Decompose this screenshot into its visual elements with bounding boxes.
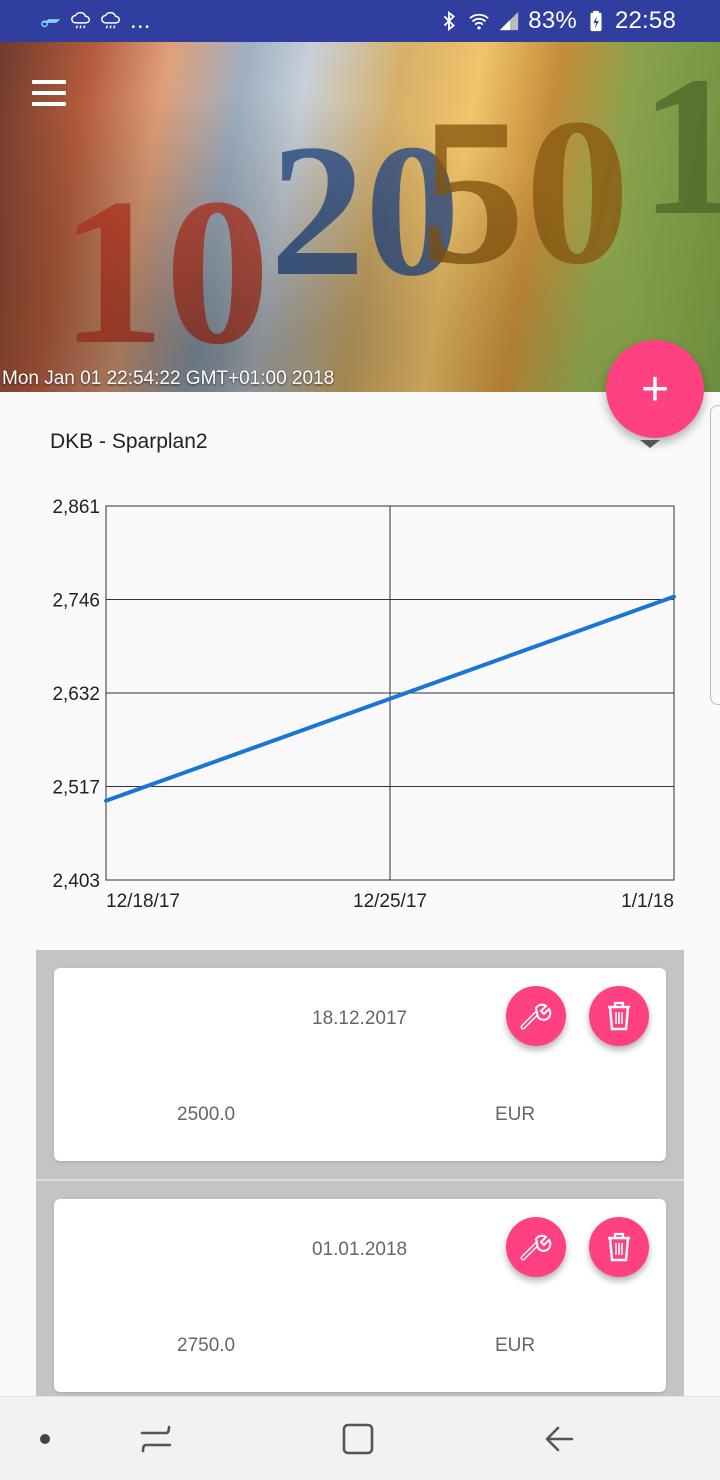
- y-tick-label: 2,861: [52, 497, 100, 518]
- y-tick-label: 2,403: [52, 871, 100, 892]
- nav-dot-icon: [40, 1434, 50, 1444]
- app-notification-icon: [41, 19, 61, 28]
- home-icon[interactable]: [338, 1419, 378, 1459]
- entry-amount: 2750.0: [177, 1335, 236, 1356]
- rain-cloud-icon: [101, 11, 120, 29]
- battery-percentage: 83%: [528, 7, 577, 34]
- account-spinner[interactable]: DKB - Sparplan2: [50, 430, 208, 454]
- plus-icon: +: [640, 362, 670, 416]
- status-bar: ... 83% 22:58: [0, 0, 720, 42]
- back-icon[interactable]: [540, 1419, 580, 1459]
- battery-charging-icon: [590, 10, 602, 32]
- y-tick-label: 2,746: [52, 591, 100, 612]
- wrench-icon: [520, 1234, 552, 1261]
- wifi-icon: [469, 13, 490, 30]
- edit-button[interactable]: [506, 1217, 566, 1277]
- bluetooth-icon: [444, 10, 456, 32]
- menu-icon[interactable]: [32, 80, 66, 106]
- balance-chart: 2,403 2,517 2,632 2,746 2,861 12/18/17 12/25/1…: [52, 497, 676, 912]
- entry-currency: EUR: [495, 1335, 536, 1356]
- list-item[interactable]: 01.01.2018 2750.0 EUR: [54, 1199, 666, 1392]
- entry-date: 18.12.2017: [312, 1008, 408, 1029]
- add-entry-button[interactable]: +: [606, 340, 704, 438]
- header-image: 10 20 50 100 Mon Jan 01 22:54:22 GMT+01:…: [0, 42, 720, 392]
- list-divider: [36, 1179, 684, 1181]
- edit-button[interactable]: [506, 986, 566, 1046]
- system-nav-bar: [0, 1396, 720, 1480]
- x-tick-label: 12/25/17: [353, 891, 427, 912]
- x-tick-label: 1/1/18: [621, 891, 674, 912]
- header-shade: [0, 42, 720, 392]
- wrench-icon: [520, 1003, 552, 1030]
- list-item[interactable]: 18.12.2017 2500.0 EUR: [54, 968, 666, 1161]
- last-update-timestamp: Mon Jan 01 22:54:22 GMT+01:00 2018: [2, 368, 335, 389]
- rain-cloud-icon: [71, 11, 90, 29]
- signal-icon: [500, 11, 519, 31]
- y-tick-label: 2,517: [52, 778, 100, 799]
- delete-button[interactable]: [589, 1217, 649, 1277]
- recent-apps-icon[interactable]: [136, 1419, 176, 1459]
- dropdown-arrow-icon[interactable]: [640, 440, 660, 448]
- trash-icon: [608, 1001, 630, 1031]
- x-tick-label: 12/18/17: [106, 891, 180, 912]
- entry-date: 01.01.2018: [312, 1239, 408, 1260]
- delete-button[interactable]: [589, 986, 649, 1046]
- entry-currency: EUR: [495, 1104, 536, 1125]
- entry-list: 18.12.2017 2500.0 EUR 01.01.2018 2750.0 …: [36, 950, 684, 1396]
- clock: 22:58: [614, 7, 676, 34]
- y-tick-label: 2,632: [52, 684, 100, 705]
- trash-icon: [608, 1232, 630, 1262]
- entry-amount: 2500.0: [177, 1104, 236, 1125]
- more-notifications: ...: [130, 7, 151, 34]
